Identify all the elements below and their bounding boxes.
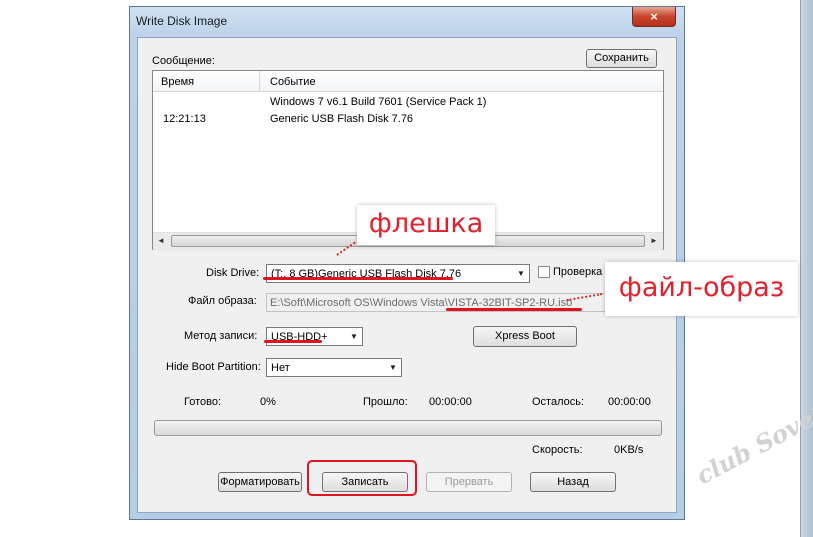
log-event: Windows 7 v6.1 Build 7601 (Service Pack … [270, 96, 487, 108]
xpress-boot-button[interactable]: Xpress Boot [473, 326, 577, 347]
title-bar[interactable]: Write Disk Image × [130, 7, 684, 35]
image-file-label: Файл образа: [188, 295, 257, 307]
write-button-highlight [307, 460, 417, 496]
log-event: Generic USB Flash Disk 7.76 [270, 113, 414, 125]
chevron-down-icon: ▼ [517, 269, 525, 278]
hide-boot-label: Hide Boot Partition: [166, 361, 261, 373]
hide-boot-select[interactable]: Нет ▼ [266, 358, 402, 377]
remaining-value: 00:00:00 [608, 396, 651, 408]
window-title: Write Disk Image [136, 14, 228, 28]
elapsed-value: 00:00:00 [429, 396, 472, 408]
speed-value: 0KB/s [614, 444, 644, 456]
message-label: Сообщение: [152, 55, 215, 67]
verify-label[interactable]: Проверка [553, 266, 602, 278]
flash-callout: флешка [357, 205, 495, 245]
log-time: 12:21:13 [163, 113, 206, 125]
remaining-label: Осталось: [532, 396, 585, 408]
disk-drive-select[interactable]: (T:, 8 GB)Generic USB Flash Disk 7.76 ▼ [266, 264, 530, 283]
chevron-down-icon: ▼ [350, 332, 358, 341]
done-label: Готово: [184, 396, 222, 408]
column-separator[interactable] [259, 71, 260, 91]
save-log-button[interactable]: Сохранить [586, 49, 657, 68]
back-button[interactable]: Назад [530, 472, 616, 492]
write-progress-bar [154, 420, 662, 436]
scroll-right-icon[interactable]: ► [650, 236, 658, 245]
format-button[interactable]: Форматировать [218, 472, 302, 492]
disk-drive-underline [263, 277, 453, 280]
image-callout: файл-образ [605, 262, 798, 316]
write-method-select[interactable]: USB-HDD+ ▼ [266, 327, 363, 346]
dialog-client-area: Сообщение: Сохранить Время Событие Windo… [137, 37, 677, 513]
write-disk-image-window: Write Disk Image × Сообщение: Сохранить … [129, 6, 685, 520]
scroll-left-icon[interactable]: ◄ [157, 236, 165, 245]
verify-checkbox[interactable] [538, 266, 550, 278]
list-item[interactable]: 12:21:13 Generic USB Flash Disk 7.76 [153, 111, 663, 128]
list-header: Время Событие [153, 71, 663, 92]
list-item[interactable]: Windows 7 v6.1 Build 7601 (Service Pack … [153, 94, 663, 111]
write-method-underline [264, 340, 322, 343]
close-icon: × [650, 9, 658, 24]
watermark-logo: club Sovet [691, 398, 813, 491]
elapsed-label: Прошло: [363, 396, 408, 408]
chevron-down-icon: ▼ [389, 363, 397, 372]
column-header-event[interactable]: Событие [270, 76, 316, 88]
speed-label: Скорость: [532, 444, 583, 456]
background-window-edge [800, 0, 813, 537]
close-button[interactable]: × [632, 7, 676, 27]
column-header-time[interactable]: Время [161, 76, 194, 88]
image-file-underline [446, 308, 582, 311]
hide-boot-value: Нет [271, 362, 290, 374]
done-value: 0% [260, 396, 276, 408]
disk-drive-label: Disk Drive: [206, 267, 260, 279]
abort-button[interactable]: Прервать [426, 472, 512, 492]
write-method-label: Метод записи: [184, 330, 258, 342]
